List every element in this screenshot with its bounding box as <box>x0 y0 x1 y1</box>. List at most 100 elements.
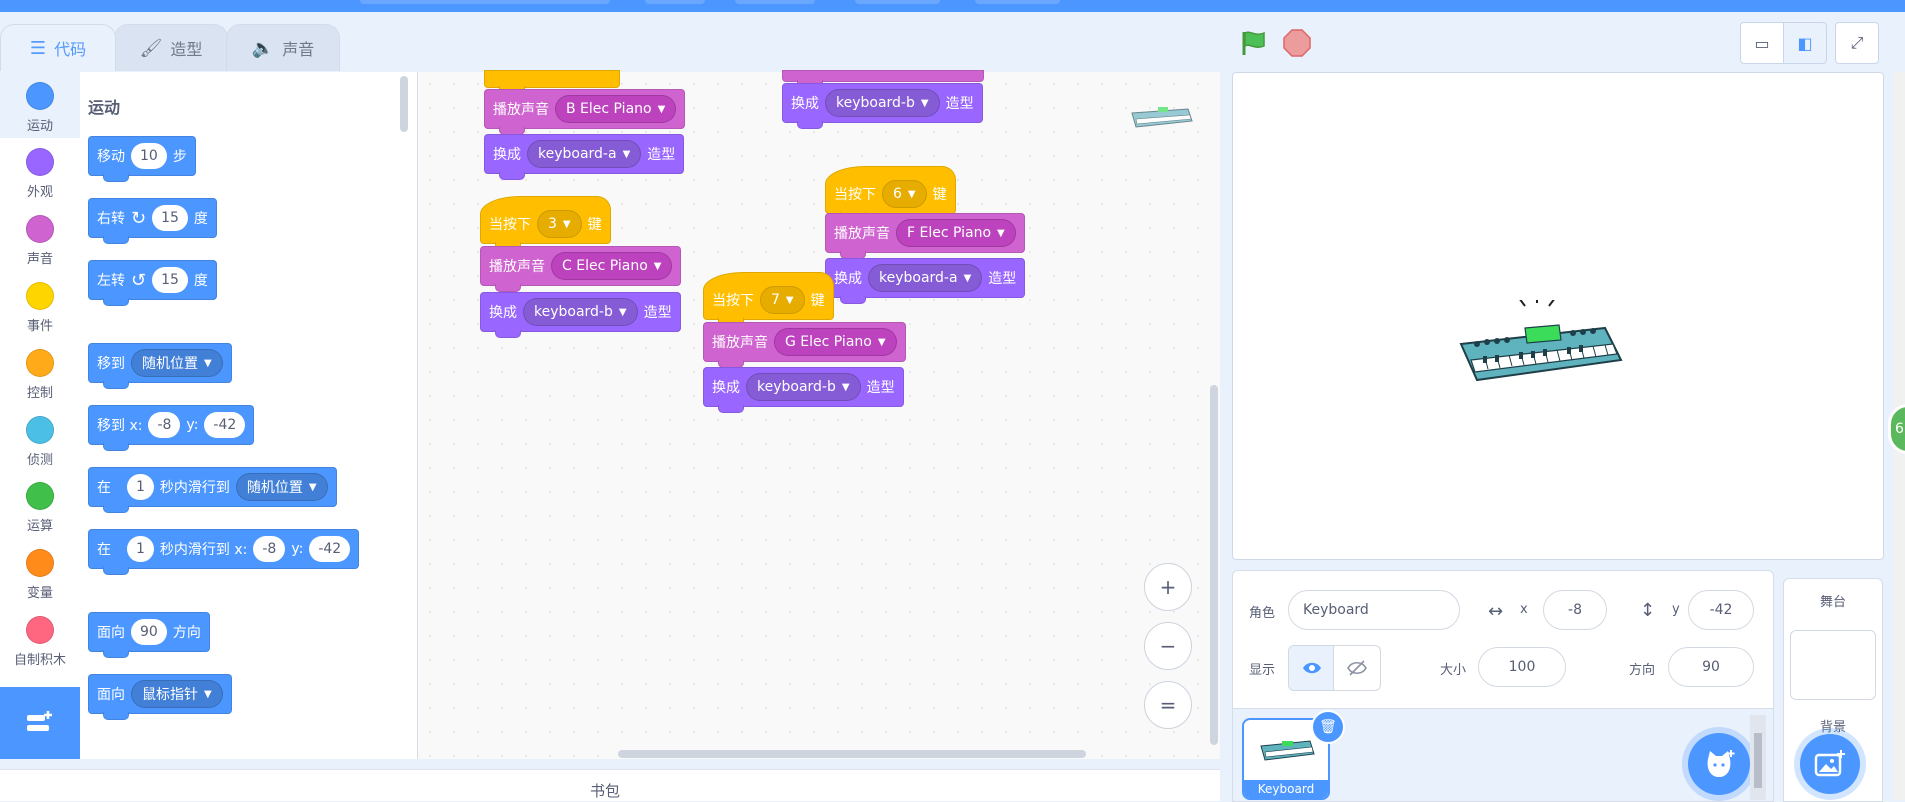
play-sound-block[interactable]: 播放声音 B Elec Piano ▼ <box>484 89 686 135</box>
category-events[interactable]: 事件 <box>0 272 80 338</box>
y-input[interactable]: -42 <box>309 536 351 562</box>
zoom-in-button[interactable]: + <box>1144 563 1192 611</box>
cat-plus-icon <box>1707 750 1735 777</box>
sound-dropdown[interactable]: B Elec Piano ▼ <box>555 95 677 123</box>
x-input[interactable]: -8 <box>148 412 181 438</box>
glide-to-block[interactable]: 在 1 秒内滑行到 随机位置 ▼ <box>88 467 337 513</box>
costume-dropdown[interactable]: keyboard-b ▼ <box>746 373 861 401</box>
category-sound[interactable]: 声音 <box>0 205 80 271</box>
tab-costumes[interactable]: 🖌 造型 <box>114 24 228 71</box>
seconds-input[interactable]: 1 <box>127 474 154 500</box>
key-dropdown[interactable]: 7 ▼ <box>760 286 805 314</box>
add-extension-button[interactable] <box>0 687 80 759</box>
workspace-horizontal-scrollbar[interactable] <box>618 750 1086 758</box>
category-variables[interactable]: 变量 <box>0 539 80 605</box>
degrees-input[interactable]: 15 <box>152 267 188 293</box>
when-key-pressed-block[interactable]: 当按下 3 ▼ 键 <box>480 196 611 250</box>
costume-dropdown[interactable]: keyboard-a ▼ <box>527 140 642 168</box>
category-label: 事件 <box>26 319 53 334</box>
switch-costume-block[interactable]: 换成 keyboard-b ▼ 造型 <box>703 367 904 413</box>
sprite-list-scrollbar[interactable] <box>1750 715 1766 800</box>
tab-sounds[interactable]: 🔈 声音 <box>226 24 340 71</box>
costume-dropdown[interactable]: keyboard-b ▼ <box>523 298 638 326</box>
keyboard-sprite[interactable] <box>1455 300 1625 390</box>
sound-dropdown[interactable]: C Elec Piano ▼ <box>551 252 673 280</box>
size-input[interactable]: 100 <box>1478 647 1566 687</box>
goto-block[interactable]: 移到 随机位置 ▼ <box>88 343 232 389</box>
fullscreen-button[interactable]: ⤢ <box>1835 22 1879 64</box>
x-input[interactable]: -8 <box>253 536 286 562</box>
move-steps-block[interactable]: 移动 10 步 <box>88 136 196 182</box>
point-direction-block[interactable]: 面向 90 方向 <box>88 612 210 658</box>
trash-icon: 🗑 <box>1319 719 1337 735</box>
play-sound-block[interactable]: 播放声音 C Elec Piano ▼ <box>480 246 682 292</box>
play-sound-block[interactable]: 播放声音 G Elec Piano ▼ <box>703 322 906 368</box>
costume-dropdown[interactable]: keyboard-b ▼ <box>825 89 940 117</box>
large-stage-button[interactable]: ◧ <box>1783 22 1827 64</box>
sprite-name-input[interactable]: Keyboard <box>1288 590 1460 630</box>
key-dropdown[interactable]: 3 ▼ <box>537 210 582 238</box>
y-label: y <box>1672 602 1680 617</box>
goto-target-dropdown[interactable]: 随机位置 ▼ <box>131 349 223 377</box>
choose-backdrop-button[interactable] <box>1800 734 1860 794</box>
y-input[interactable]: -42 <box>204 412 246 438</box>
category-looks[interactable]: 外观 <box>0 138 80 204</box>
block-label: 换成 <box>493 147 521 163</box>
chevron-down-icon: ▼ <box>622 148 631 160</box>
sound-block-partial[interactable] <box>782 70 984 88</box>
glide-target-dropdown[interactable]: 随机位置 ▼ <box>235 473 328 501</box>
stage-thumbnail[interactable] <box>1790 630 1876 700</box>
hide-sprite-button[interactable] <box>1333 645 1381 691</box>
key-dropdown[interactable]: 6 ▼ <box>882 180 927 208</box>
workspace-vertical-scrollbar[interactable] <box>1210 385 1218 745</box>
edge-badge[interactable]: 6 <box>1888 404 1905 454</box>
sound-dropdown[interactable]: G Elec Piano ▼ <box>774 328 897 356</box>
events-dot-icon <box>26 282 54 310</box>
switch-costume-block[interactable]: 换成 keyboard-a ▼ 造型 <box>825 258 1026 304</box>
tab-code[interactable]: ☰ 代码 <box>0 24 116 71</box>
small-stage-button[interactable]: ▭ <box>1740 22 1784 64</box>
rotate-left-icon: ↺ <box>131 269 147 291</box>
sound-dropdown[interactable]: F Elec Piano ▼ <box>896 219 1016 247</box>
degrees-input[interactable]: 15 <box>152 205 188 231</box>
seconds-input[interactable]: 1 <box>127 536 154 562</box>
category-control[interactable]: 控制 <box>0 339 80 405</box>
x-position-input[interactable]: -8 <box>1543 590 1607 630</box>
choose-sprite-button[interactable] <box>1688 733 1750 795</box>
green-flag-icon[interactable] <box>1238 28 1268 58</box>
switch-costume-block[interactable]: 换成 keyboard-a ▼ 造型 <box>484 134 685 180</box>
zoom-reset-button[interactable]: = <box>1144 681 1192 729</box>
event-block-partial[interactable] <box>484 70 620 94</box>
direction-input[interactable]: 90 <box>1668 647 1754 687</box>
stop-icon[interactable] <box>1282 28 1312 58</box>
switch-costume-block[interactable]: 换成 keyboard-b ▼ 造型 <box>782 83 983 129</box>
sound-dot-icon <box>26 215 54 243</box>
category-operators[interactable]: 运算 <box>0 472 80 538</box>
category-label: 自制积木 <box>13 653 66 668</box>
palette-scrollbar[interactable] <box>400 76 408 132</box>
block-label: 键 <box>932 187 947 203</box>
script-workspace[interactable] <box>418 72 1220 759</box>
towards-target-dropdown[interactable]: 鼠标指针 ▼ <box>131 680 223 708</box>
steps-input[interactable]: 10 <box>131 143 167 169</box>
turn-right-block[interactable]: 右转 ↻ 15 度 <box>88 198 217 244</box>
category-sensing[interactable]: 侦测 <box>0 406 80 472</box>
when-key-pressed-block[interactable]: 当按下 6 ▼ 键 <box>825 166 956 220</box>
y-position-input[interactable]: -42 <box>1688 590 1754 630</box>
backpack-panel[interactable]: 书包 <box>0 769 1220 801</box>
costume-dropdown[interactable]: keyboard-a ▼ <box>868 264 983 292</box>
point-towards-block[interactable]: 面向 鼠标指针 ▼ <box>88 674 232 720</box>
category-motion[interactable]: 运动 <box>0 72 80 138</box>
turn-left-block[interactable]: 左转 ↺ 15 度 <box>88 260 217 306</box>
glide-xy-block[interactable]: 在 1 秒内滑行到 x: -8 y: -42 <box>88 529 360 575</box>
play-sound-block[interactable]: 播放声音 F Elec Piano ▼ <box>825 213 1025 259</box>
direction-input[interactable]: 90 <box>131 619 167 645</box>
delete-sprite-button[interactable]: 🗑 <box>1311 710 1345 744</box>
when-key-pressed-block[interactable]: 当按下 7 ▼ 键 <box>703 272 834 326</box>
zoom-out-button[interactable]: − <box>1144 622 1192 670</box>
show-sprite-button[interactable] <box>1288 645 1336 691</box>
switch-costume-block[interactable]: 换成 keyboard-b ▼ 造型 <box>480 292 681 338</box>
goto-xy-block[interactable]: 移到 x: -8 y: -42 <box>88 405 255 451</box>
category-my-blocks[interactable]: 自制积木 <box>0 606 80 672</box>
block-label: 换成 <box>712 380 740 396</box>
